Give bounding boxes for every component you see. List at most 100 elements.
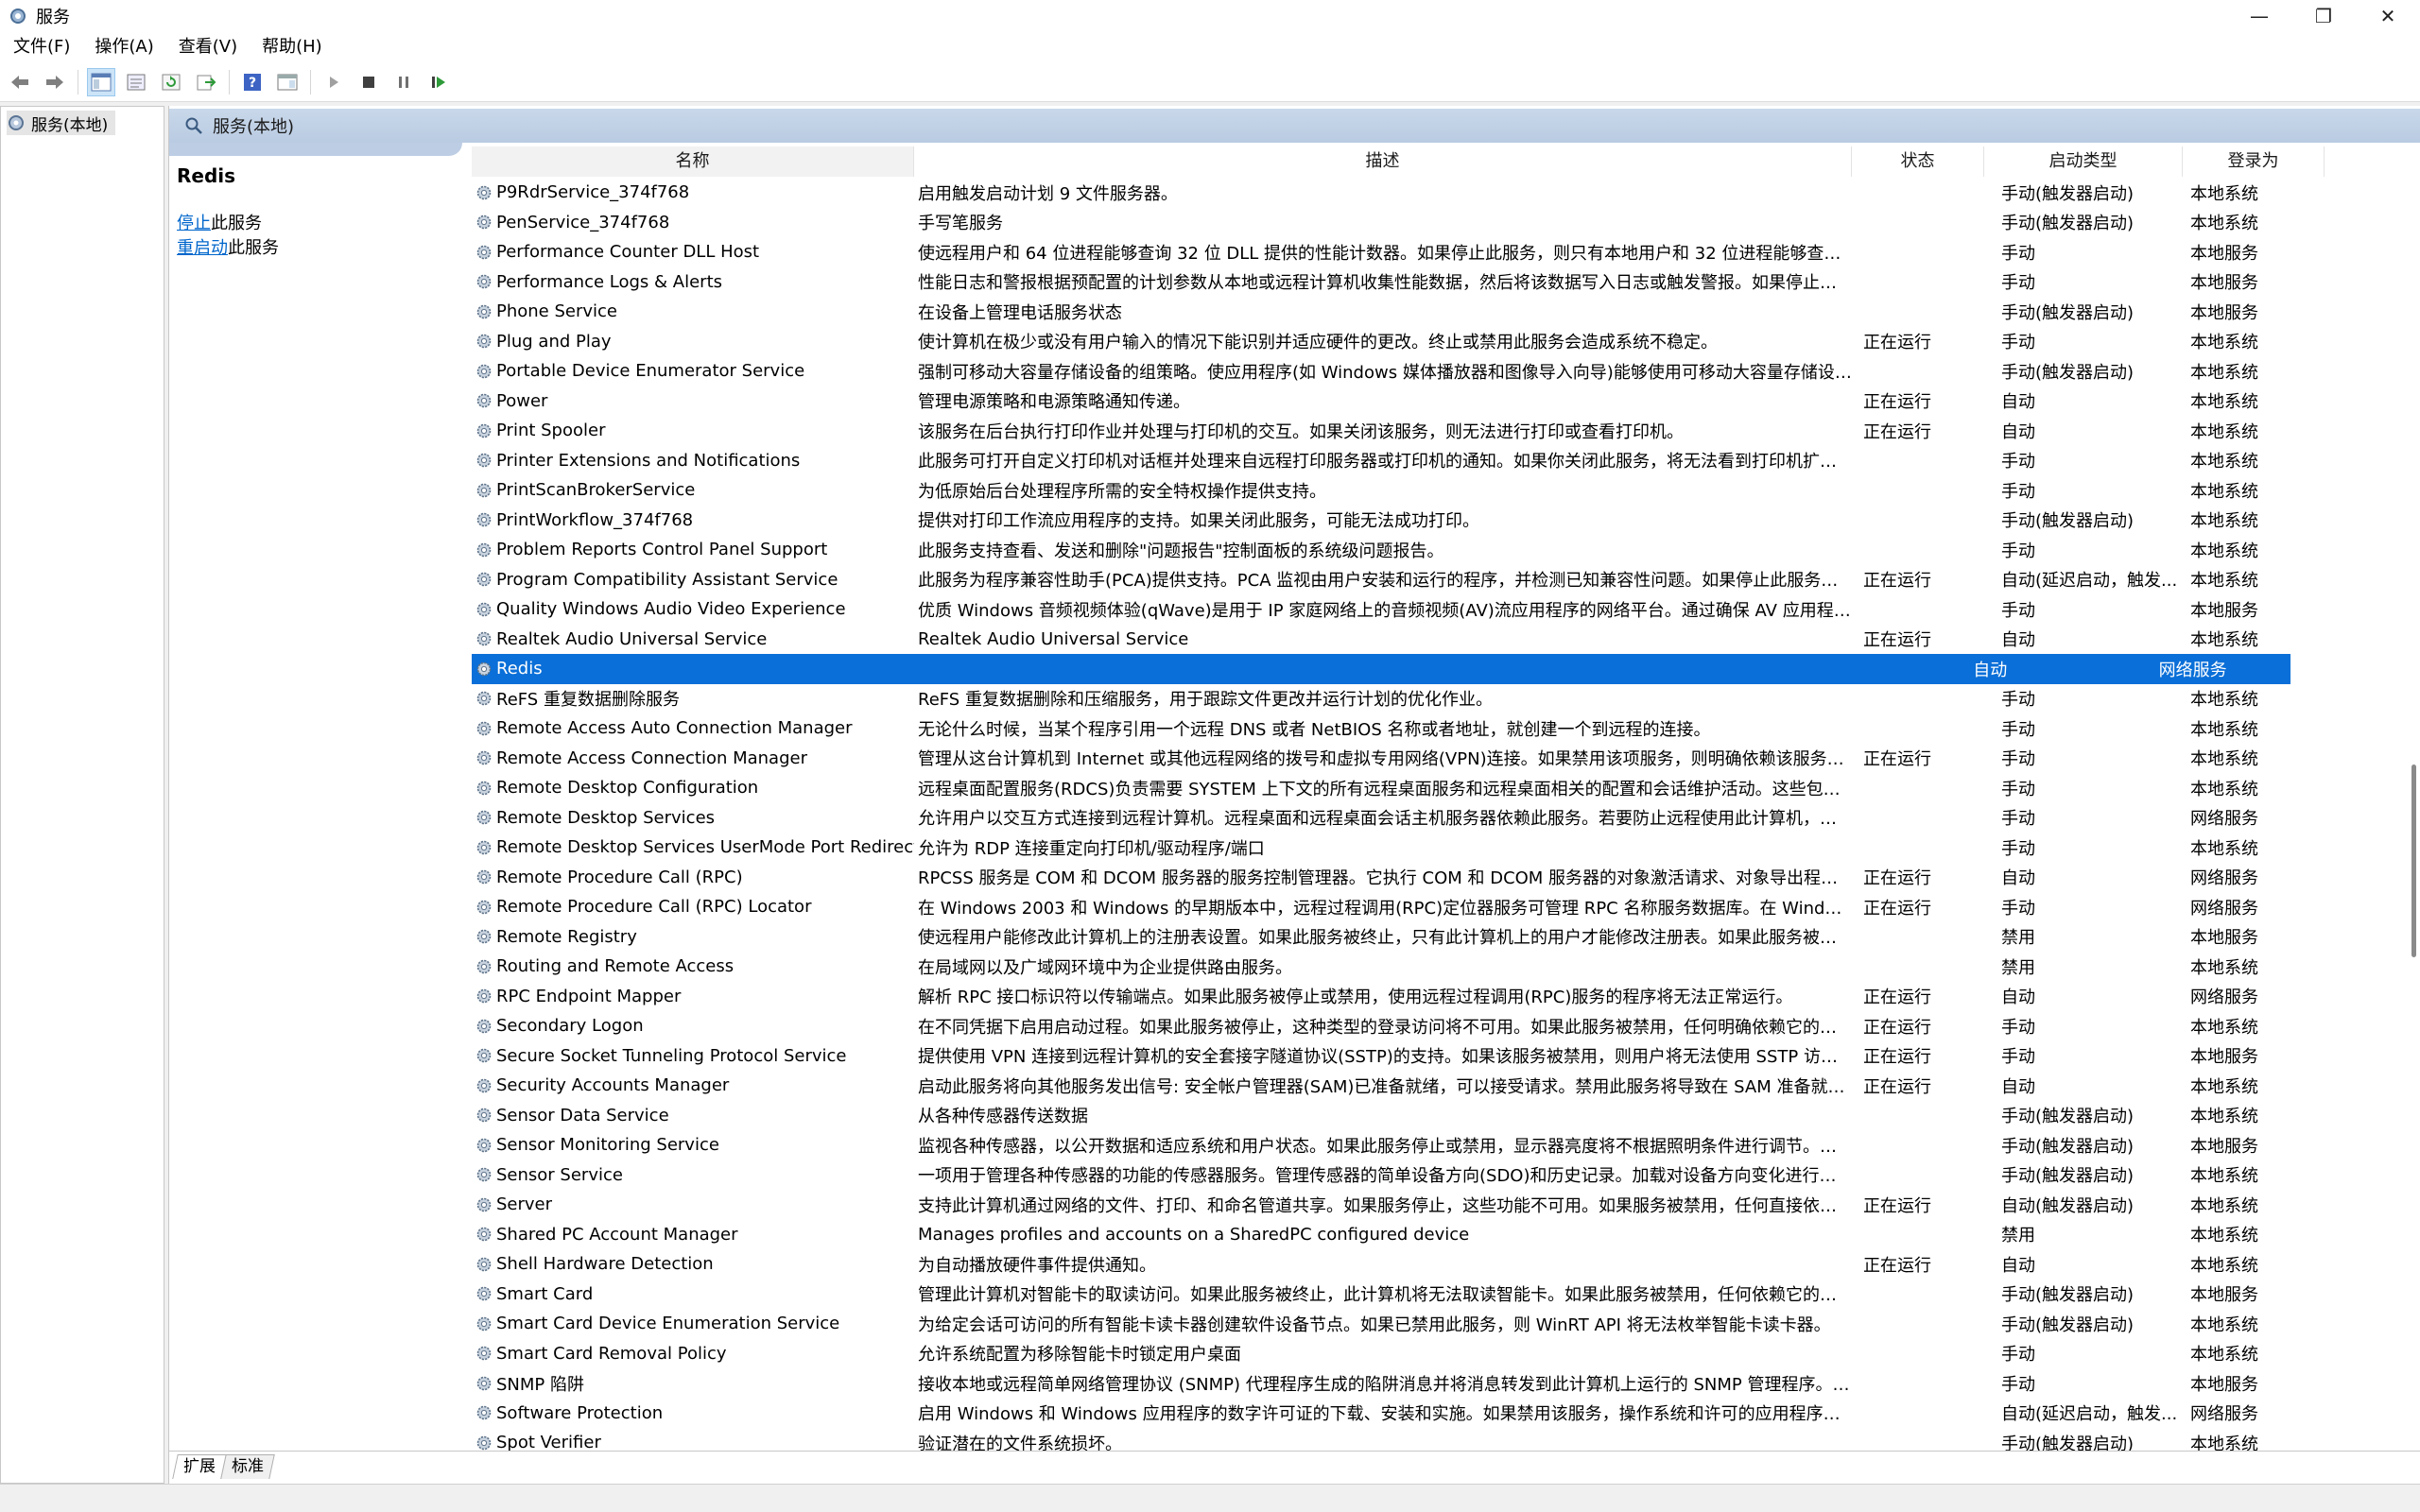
column-header-status[interactable]: 状态 xyxy=(1852,146,1984,177)
service-description-cell: 提供对打印工作流应用程序的支持。如果关闭此服务，可能无法成功打印。 xyxy=(918,511,1479,532)
service-row[interactable]: Remote Desktop Configuration 远程桌面配置服务(RDC… xyxy=(472,773,2420,803)
service-row[interactable]: Sensor Monitoring Service 监视各种传感器，以公开数据和适… xyxy=(472,1130,2420,1160)
service-startup-type-cell: 自动 xyxy=(2001,630,2035,651)
service-row[interactable]: Remote Access Connection Manager 管理从这台计算机… xyxy=(472,744,2420,774)
service-row[interactable]: RPC Endpoint Mapper 解析 RPC 接口标识符以传输端点。如果此… xyxy=(472,982,2420,1012)
column-header-startup-type[interactable]: 启动类型 xyxy=(1984,146,2183,177)
service-row[interactable]: Portable Device Enumerator Service 强制可移动大… xyxy=(472,356,2420,387)
service-row[interactable]: Performance Counter DLL Host 使远程用户和 64 位进… xyxy=(472,237,2420,267)
service-startup-type-cell: 自动(延迟启动，触发... xyxy=(2001,1404,2178,1425)
service-row[interactable]: P9RdrService_374f768 启用触发启动计划 9 文件服务器。 手动(… xyxy=(472,178,2420,208)
service-row[interactable]: Redis 自动 网络服务 xyxy=(472,654,2290,684)
back-button[interactable] xyxy=(6,68,34,96)
service-gear-icon xyxy=(476,929,492,944)
forward-button[interactable] xyxy=(41,68,69,96)
service-logon-cell: 本地服务 xyxy=(2190,302,2258,323)
service-row[interactable]: Shell Hardware Detection 为自动播放硬件事件提供通知。 正在… xyxy=(472,1249,2420,1280)
tab-extended[interactable]: 扩展 xyxy=(172,1454,227,1479)
help-button[interactable]: ? xyxy=(238,68,267,96)
service-row[interactable]: Remote Procedure Call (RPC) Locator 在 Win… xyxy=(472,892,2420,922)
service-row[interactable]: PrintWorkflow_374f768 提供对打印工作流应用程序的支持。如果关… xyxy=(472,506,2420,536)
tree-item-services-local[interactable]: 服务(本地) xyxy=(7,111,116,135)
service-row[interactable]: Remote Access Auto Connection Manager 无论什… xyxy=(472,713,2420,744)
service-row[interactable]: Remote Registry 使远程用户能修改此计算机上的注册表设置。如果此服务… xyxy=(472,922,2420,953)
service-name-label: Plug and Play xyxy=(496,331,612,352)
service-row[interactable]: Remote Procedure Call (RPC) RPCSS 服务是 COM… xyxy=(472,863,2420,893)
stop-service-button[interactable] xyxy=(354,68,383,96)
service-name-label: Redis xyxy=(496,659,543,679)
service-name-cell: RPC Endpoint Mapper xyxy=(472,987,914,1006)
service-row[interactable]: Remote Desktop Services 允许用户以交互方式连接到远程计算机… xyxy=(472,803,2420,833)
service-row[interactable]: Program Compatibility Assistant Service 此… xyxy=(472,565,2420,595)
service-gear-icon xyxy=(476,840,492,855)
service-name-label: Power xyxy=(496,390,548,411)
service-row[interactable]: SNMP 陷阱 接收本地或远程简单网络管理协议 (SNMP) 代理程序生成的陷阱消… xyxy=(472,1368,2420,1399)
maximize-button[interactable]: ❐ xyxy=(2291,0,2356,32)
start-service-button[interactable] xyxy=(320,68,348,96)
service-name-label: PrintWorkflow_374f768 xyxy=(496,509,694,530)
vertical-scrollbar[interactable] xyxy=(2409,146,2418,1451)
pause-service-button[interactable] xyxy=(389,68,418,96)
service-row[interactable]: Plug and Play 使计算机在极少或没有用户输入的情况下能识别并适应硬件的… xyxy=(472,327,2420,357)
service-row[interactable]: Spot Verifier 验证潜在的文件系统损坏。 手动(触发器启动) 本地系统 xyxy=(472,1428,2420,1451)
service-row[interactable]: Remote Desktop Services UserMode Port Re… xyxy=(472,833,2420,863)
service-row[interactable]: PrintScanBrokerService 为低原始后台处理程序所需的安全特权操… xyxy=(472,475,2420,506)
stop-service-line: 停止此服务 xyxy=(177,212,460,236)
refresh-button[interactable] xyxy=(157,68,185,96)
service-description-cell: 此服务为程序兼容性助手(PCA)提供支持。PCA 监视由用户安装和运行的程序，并… xyxy=(918,571,1852,592)
service-row[interactable]: Smart Card Device Enumeration Service 为给定… xyxy=(472,1309,2420,1339)
service-row[interactable]: Smart Card Removal Policy 允许系统配置为移除智能卡时锁定… xyxy=(472,1339,2420,1369)
service-row[interactable]: Software Protection 启用 Windows 和 Windows … xyxy=(472,1399,2420,1429)
service-name-label: Print Spooler xyxy=(496,421,606,441)
restart-service-button[interactable] xyxy=(424,68,453,96)
column-header-logon-as[interactable]: 登录为 xyxy=(2183,146,2325,177)
service-name-cell: Remote Access Connection Manager xyxy=(472,748,914,768)
service-row[interactable]: Smart Card 管理此计算机对智能卡的取读访问。如果此服务被终止，此计算机将… xyxy=(472,1280,2420,1310)
service-logon-cell: 本地系统 xyxy=(2190,957,2258,978)
service-row[interactable]: Print Spooler 该服务在后台执行打印作业并处理与打印机的交互。如果关闭… xyxy=(472,416,2420,446)
service-description-cell: 为给定会话可访问的所有智能卡读卡器创建软件设备节点。如果已禁用此服务，则 Win… xyxy=(918,1314,1831,1335)
service-row[interactable]: Realtek Audio Universal Service Realtek A… xyxy=(472,625,2420,655)
service-row[interactable]: Sensor Data Service 从各种传感器传送数据 手动(触发器启动) 本地… xyxy=(472,1101,2420,1131)
export-list-button[interactable] xyxy=(192,68,220,96)
stop-service-link[interactable]: 停止 xyxy=(177,214,211,233)
tab-standard[interactable]: 标准 xyxy=(220,1454,275,1479)
show-console-tree-button[interactable] xyxy=(87,67,115,96)
service-row[interactable]: Routing and Remote Access 在局域网以及广域网环境中为企业… xyxy=(472,952,2420,982)
service-row[interactable]: Power 管理电源策略和电源策略通知传递。 正在运行 自动 本地系统 xyxy=(472,387,2420,417)
menu-action[interactable]: 操作(A) xyxy=(81,32,164,62)
service-gear-icon xyxy=(476,245,492,260)
services-rows: P9RdrService_374f768 启用触发启动计划 9 文件服务器。 手动(… xyxy=(472,178,2420,1451)
service-row[interactable]: PenService_374f768 手写笔服务 手动(触发器启动) 本地系统 xyxy=(472,208,2420,238)
properties-button[interactable] xyxy=(122,68,150,96)
service-row[interactable]: Shared PC Account Manager Manages profile… xyxy=(472,1220,2420,1250)
service-row[interactable]: Sensor Service 一项用于管理各种传感器的功能的传感器服务。管理传感器… xyxy=(472,1160,2420,1191)
service-row[interactable]: Performance Logs & Alerts 性能日志和警报根据预配置的计划… xyxy=(472,267,2420,298)
menu-file[interactable]: 文件(F) xyxy=(0,32,81,62)
service-row[interactable]: ReFS 重复数据删除服务 ReFS 重复数据删除和压缩服务，用于跟踪文件更改并运… xyxy=(472,684,2420,714)
service-logon-cell: 本地服务 xyxy=(2190,1047,2258,1068)
service-startup-type-cell: 手动(触发器启动) xyxy=(2001,214,2135,234)
service-name-label: Remote Desktop Configuration xyxy=(496,778,759,799)
service-startup-type-cell: 手动 xyxy=(2001,541,2035,561)
service-row[interactable]: Printer Extensions and Notifications 此服务可… xyxy=(472,446,2420,476)
services-list[interactable]: 名称 描述 状态 启动类型 登录为 P9RdrService_374f768 启用… xyxy=(472,146,2420,1451)
service-row[interactable]: Quality Windows Audio Video Experience 优质… xyxy=(472,594,2420,625)
close-button[interactable]: ✕ xyxy=(2356,0,2420,32)
menu-view[interactable]: 查看(V) xyxy=(165,32,249,62)
service-row[interactable]: Server 支持此计算机通过网络的文件、打印、和命名管道共享。如果服务停止，这些… xyxy=(472,1190,2420,1220)
menu-help[interactable]: 帮助(H) xyxy=(249,32,334,62)
column-header-description[interactable]: 描述 xyxy=(914,146,1852,177)
service-row[interactable]: Security Accounts Manager 启动此服务将向其他服务发出信号… xyxy=(472,1071,2420,1101)
service-gear-icon xyxy=(476,1316,492,1332)
show-action-pane-button[interactable] xyxy=(273,68,302,96)
minimize-button[interactable]: — xyxy=(2227,0,2291,32)
restart-service-link[interactable]: 重启动 xyxy=(177,238,228,258)
service-gear-icon xyxy=(476,185,492,200)
service-row[interactable]: Phone Service 在设备上管理电话服务状态 手动(触发器启动) 本地服务 xyxy=(472,297,2420,327)
service-row[interactable]: Secure Socket Tunneling Protocol Service… xyxy=(472,1041,2420,1072)
scrollbar-thumb[interactable] xyxy=(2411,765,2416,957)
service-row[interactable]: Secondary Logon 在不同凭据下启用启动过程。如果此服务被停止，这种类… xyxy=(472,1011,2420,1041)
column-header-name[interactable]: 名称 xyxy=(472,146,914,177)
service-row[interactable]: Problem Reports Control Panel Support 此服务… xyxy=(472,535,2420,565)
